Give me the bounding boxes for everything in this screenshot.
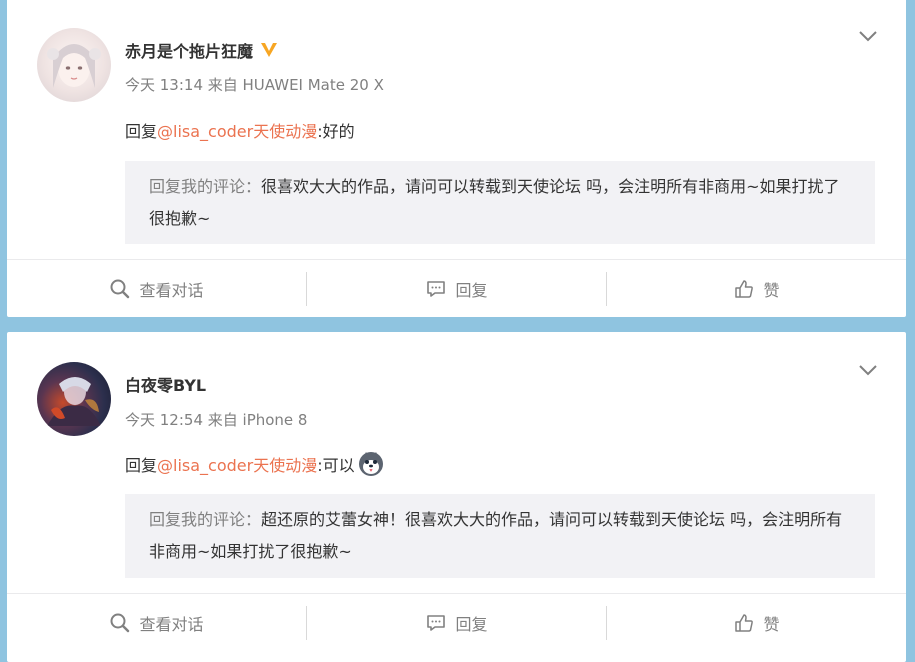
reply-button[interactable]: 回复	[306, 606, 606, 640]
search-icon	[110, 279, 130, 299]
reply-content: 回复 @lisa_coder天使动漫 :好的	[125, 118, 355, 142]
like-label: 赞	[763, 281, 780, 300]
like-button[interactable]: 赞	[606, 272, 906, 306]
avatar-illustration	[47, 44, 101, 88]
comment-card: 白夜零BYL 今天 12:54 来自 iPhone 8 回复 @lisa_cod…	[7, 332, 906, 662]
husky-emoji-icon	[358, 452, 383, 476]
like-button[interactable]: 赞	[606, 606, 906, 640]
username-text[interactable]: 白夜零BYL	[125, 372, 206, 396]
chevron-down-icon[interactable]	[858, 30, 878, 42]
view-conversation-label: 查看对话	[139, 615, 204, 634]
action-bar: 查看对话 回复 赞	[7, 593, 906, 652]
view-conversation-button[interactable]: 查看对话	[7, 272, 306, 306]
avatar[interactable]	[37, 362, 111, 436]
mention-link[interactable]: @lisa_coder天使动漫	[157, 118, 317, 142]
comment-icon	[427, 615, 446, 631]
verified-v-icon	[261, 43, 278, 57]
quoted-comment: 回复我的评论：超还原的艾蕾女神！很喜欢大大的作品，请问可以转载到天使论坛 吗，会…	[125, 494, 875, 578]
like-label: 赞	[763, 615, 780, 634]
mention-link[interactable]: @lisa_coder天使动漫	[157, 452, 317, 476]
thumbs-up-icon	[735, 280, 754, 298]
reply-body: :可以	[317, 456, 355, 475]
comment-card: 赤月是个拖片狂魔 今天 13:14 来自 HUAWEI Mate 20 X 回复…	[7, 0, 906, 317]
reply-label: 回复	[455, 615, 488, 634]
quote-label: 回复我的评论：	[149, 510, 262, 529]
reply-content: 回复 @lisa_coder天使动漫 :可以	[125, 450, 385, 478]
reply-button[interactable]: 回复	[306, 272, 606, 306]
username[interactable]: 赤月是个拖片狂魔	[125, 38, 279, 62]
username[interactable]: 白夜零BYL	[125, 372, 206, 396]
reply-prefix: 回复	[125, 456, 158, 475]
avatar[interactable]	[37, 28, 111, 102]
reply-prefix: 回复	[125, 122, 158, 141]
timestamp-source: 今天 13:14 来自 HUAWEI Mate 20 X	[125, 76, 384, 94]
thumbs-up-icon	[735, 614, 754, 632]
search-icon	[110, 613, 130, 633]
comment-icon	[427, 281, 446, 297]
avatar-illustration	[47, 377, 101, 426]
reply-label: 回复	[455, 281, 488, 300]
action-bar: 查看对话 回复 赞	[7, 259, 906, 318]
view-conversation-button[interactable]: 查看对话	[7, 606, 306, 640]
quoted-comment: 回复我的评论：很喜欢大大的作品，请问可以转载到天使论坛 吗，会注明所有非商用~如…	[125, 161, 875, 244]
view-conversation-label: 查看对话	[139, 281, 204, 300]
chevron-down-icon[interactable]	[858, 364, 878, 376]
timestamp-source: 今天 12:54 来自 iPhone 8	[125, 411, 308, 429]
reply-body: :好的	[317, 122, 355, 141]
quote-label: 回复我的评论：	[149, 177, 262, 196]
username-text[interactable]: 赤月是个拖片狂魔	[125, 38, 253, 62]
